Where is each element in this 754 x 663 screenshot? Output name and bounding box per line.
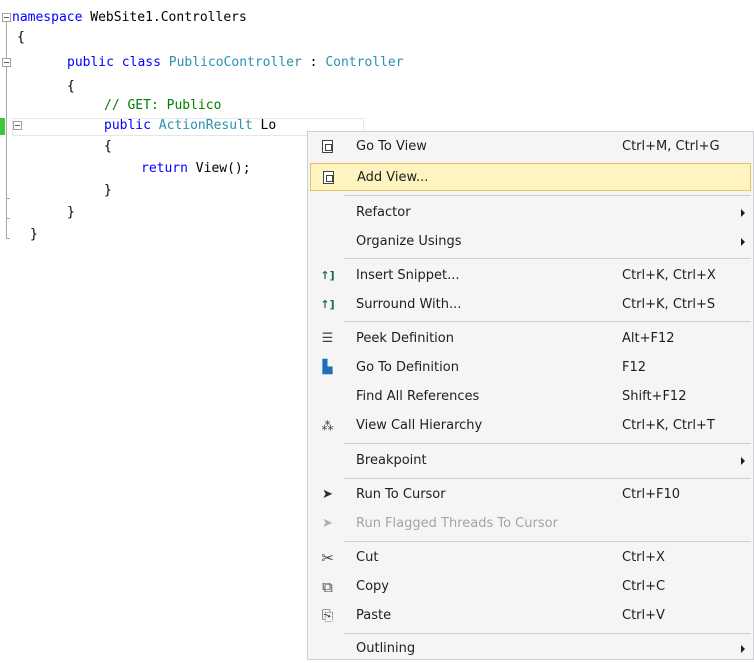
menu-item-label: Run To Cursor — [356, 487, 446, 502]
menu-item-organize-usings[interactable]: Organize Usings — [310, 228, 751, 256]
menu-separator — [344, 258, 751, 259]
menu-item-label: Copy — [356, 579, 389, 594]
menu-item-label: Paste — [356, 608, 392, 623]
menu-separator — [344, 478, 751, 479]
namespace-name: WebSite1.Controllers — [82, 10, 247, 25]
menu-item-find-all-references[interactable]: Find All References Shift+F12 — [310, 383, 751, 411]
copy-icon: ⧉ — [322, 577, 333, 596]
snippet-icon: ↑] — [320, 269, 335, 282]
keyword: public — [67, 55, 114, 70]
inheritance-separator: : — [301, 55, 326, 70]
brace: { — [104, 139, 112, 154]
go-to-definition-icon: ▙ — [322, 360, 333, 375]
menu-item-go-to-view[interactable]: Go To View Ctrl+M, Ctrl+G — [310, 133, 751, 161]
menu-separator — [344, 321, 751, 322]
code-line[interactable]: public class PublicoController : Control… — [0, 53, 754, 73]
submenu-arrow-icon — [741, 457, 745, 465]
menu-item-outlining[interactable]: Outlining — [310, 635, 751, 663]
keyword: class — [121, 55, 161, 70]
menu-item-copy[interactable]: ⧉ Copy Ctrl+C — [310, 573, 751, 601]
menu-separator — [344, 633, 751, 634]
menu-item-shortcut: Ctrl+X — [622, 550, 665, 565]
menu-item-shortcut: Shift+F12 — [622, 389, 687, 404]
menu-item-run-to-cursor[interactable]: ➤ Run To Cursor Ctrl+F10 — [310, 481, 751, 509]
context-menu: Go To View Ctrl+M, Ctrl+G Add View... Re… — [307, 131, 754, 660]
paste-icon: ⎘ — [321, 607, 334, 624]
menu-item-shortcut: Ctrl+K, Ctrl+S — [622, 297, 716, 312]
submenu-arrow-icon — [741, 238, 745, 246]
collapse-icon[interactable] — [2, 13, 11, 22]
submenu-arrow-icon — [741, 209, 745, 217]
menu-item-shortcut: Alt+F12 — [622, 331, 675, 346]
menu-item-label: Run Flagged Threads To Cursor — [356, 516, 558, 531]
menu-item-label: Organize Usings — [356, 234, 462, 249]
menu-item-label: Insert Snippet... — [356, 268, 460, 283]
menu-item-label: Peek Definition — [356, 331, 454, 346]
collapse-icon[interactable] — [13, 121, 22, 130]
surround-icon: ↑] — [320, 298, 335, 311]
keyword: namespace — [12, 10, 83, 25]
menu-item-go-to-definition[interactable]: ▙ Go To Definition F12 — [310, 354, 751, 382]
menu-item-shortcut: Ctrl+V — [622, 608, 665, 623]
keyword: return — [141, 161, 188, 176]
run-flagged-icon: ➤ — [322, 516, 333, 531]
menu-item-label: View Call Hierarchy — [356, 418, 483, 433]
return-type: ActionResult — [158, 118, 253, 133]
code-comment: // GET: Publico — [104, 98, 222, 113]
base-class-name: Controller — [325, 55, 404, 70]
menu-item-view-call-hierarchy[interactable]: ⁂ View Call Hierarchy Ctrl+K, Ctrl+T — [310, 412, 751, 440]
menu-item-label: Breakpoint — [356, 453, 427, 468]
view-icon — [319, 138, 336, 155]
code-line[interactable]: // GET: Publico — [0, 96, 754, 116]
menu-item-shortcut: Ctrl+K, Ctrl+X — [622, 268, 716, 283]
menu-item-label: Cut — [356, 550, 379, 565]
run-to-cursor-icon: ➤ — [322, 487, 333, 502]
menu-item-label: Add View... — [357, 170, 429, 185]
call-hierarchy-icon: ⁂ — [321, 418, 334, 433]
code-line[interactable]: { — [0, 28, 754, 48]
code-line[interactable]: { — [0, 77, 754, 97]
menu-separator — [344, 541, 751, 542]
menu-item-shortcut: Ctrl+K, Ctrl+T — [622, 418, 715, 433]
menu-item-run-flagged-threads-to-cursor[interactable]: ➤ Run Flagged Threads To Cursor — [310, 510, 751, 538]
code-line[interactable]: namespace WebSite1.Controllers — [0, 8, 754, 28]
menu-item-paste[interactable]: ⎘ Paste Ctrl+V — [310, 602, 751, 630]
menu-item-label: Go To Definition — [356, 360, 459, 375]
return-expression: View(); — [187, 161, 251, 176]
brace: } — [30, 227, 38, 242]
scissors-icon: ✂ — [321, 548, 334, 567]
menu-item-shortcut: Ctrl+M, Ctrl+G — [622, 139, 720, 154]
menu-item-shortcut: Ctrl+C — [622, 579, 666, 594]
menu-item-breakpoint[interactable]: Breakpoint — [310, 447, 751, 475]
peek-definition-icon: ☰ — [321, 331, 334, 346]
menu-separator — [344, 195, 751, 196]
menu-item-cut[interactable]: ✂ Cut Ctrl+X — [310, 544, 751, 572]
menu-item-label: Surround With... — [356, 297, 462, 312]
menu-item-shortcut: F12 — [622, 360, 647, 375]
menu-item-label: Go To View — [356, 139, 427, 154]
class-name: PublicoController — [168, 55, 302, 70]
menu-item-refactor[interactable]: Refactor — [310, 199, 751, 227]
menu-item-label: Find All References — [356, 389, 480, 404]
menu-item-shortcut: Ctrl+F10 — [622, 487, 681, 502]
menu-item-label: Refactor — [356, 205, 411, 220]
brace: { — [67, 79, 75, 94]
menu-item-peek-definition[interactable]: ☰ Peek Definition Alt+F12 — [310, 325, 751, 353]
submenu-arrow-icon — [741, 645, 745, 653]
menu-item-surround-with[interactable]: ↑] Surround With... Ctrl+K, Ctrl+S — [310, 291, 751, 319]
method-name: Lo — [252, 118, 277, 133]
collapse-icon[interactable] — [2, 58, 11, 67]
keyword: public — [104, 118, 151, 133]
menu-separator — [344, 443, 751, 444]
brace: } — [104, 183, 112, 198]
brace: { — [17, 30, 25, 45]
menu-item-label: Outlining — [356, 641, 416, 656]
menu-item-add-view[interactable]: Add View... — [310, 163, 751, 191]
menu-item-insert-snippet[interactable]: ↑] Insert Snippet... Ctrl+K, Ctrl+X — [310, 262, 751, 290]
add-view-icon — [320, 169, 337, 186]
brace: } — [67, 205, 75, 220]
